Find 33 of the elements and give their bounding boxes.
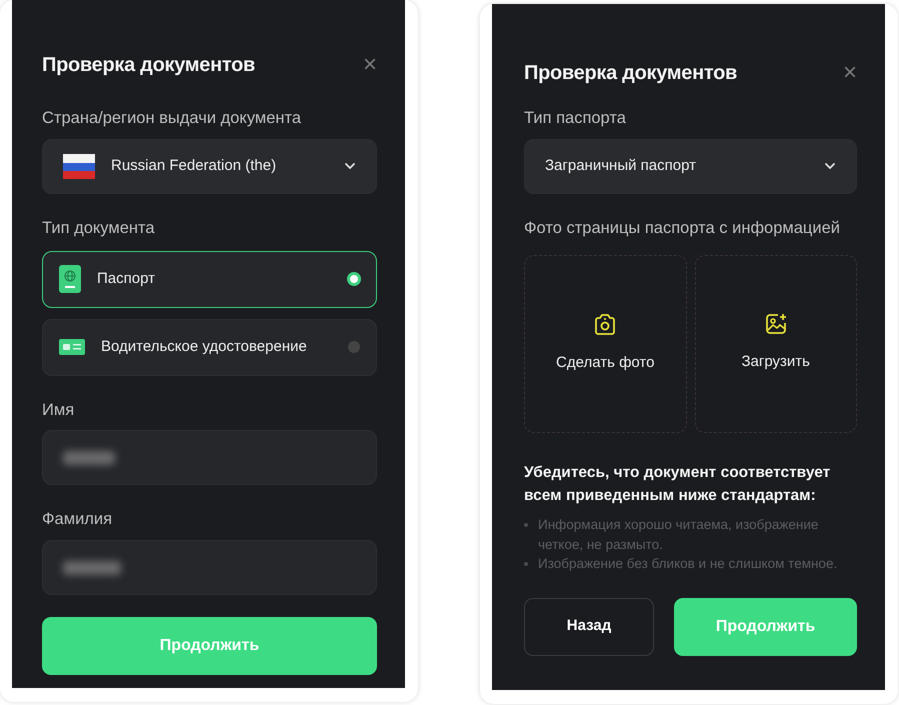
camera-icon [594, 312, 616, 336]
close-button[interactable]: × [842, 61, 857, 85]
field-label: Имя [42, 400, 76, 420]
dialog-title: Проверка документов [42, 53, 255, 78]
input-field[interactable] [42, 430, 377, 486]
document-type-option[interactable]: Паспорт [42, 250, 377, 308]
image-add-icon [764, 313, 787, 336]
upload-option[interactable]: Загрузить [694, 254, 857, 432]
passport-type-dropdown[interactable]: Заграничный паспорт [524, 138, 857, 194]
requirement-text: Изображение без бликов и не слишком темное. [538, 556, 838, 572]
flag-icon [63, 154, 95, 179]
dialog-title: Проверка документов [524, 61, 737, 86]
close-button[interactable]: × [362, 53, 377, 77]
upload-option[interactable]: Сделать фото [524, 254, 686, 432]
back-button[interactable]: Назад [524, 598, 654, 656]
id-card-icon [59, 339, 85, 355]
input-field[interactable] [42, 540, 377, 595]
document-type-option[interactable]: Водительское удостоверение [42, 318, 377, 376]
field-label: Фото страницы паспорта с информацией [524, 218, 841, 239]
bullet-icon [524, 562, 528, 566]
field-label: Тип документа [42, 218, 156, 239]
passport-icon [59, 265, 81, 293]
radio-button[interactable] [348, 341, 360, 353]
radio-button[interactable] [350, 275, 358, 283]
requirement-text: Информация хорошо читаема, изображение четкое, не размыто. [538, 517, 818, 552]
field-label: Фамилия [42, 509, 114, 530]
chevron-down-icon [344, 162, 356, 170]
field-label: Страна/регион выдачи документа [42, 108, 302, 129]
field-label: Тип паспорта [524, 108, 627, 129]
country-dropdown[interactable]: Russian Federation (the) [42, 138, 377, 194]
bullet-icon [524, 523, 528, 527]
chevron-down-icon [824, 162, 836, 170]
requirements-heading: Убедитесь, что документ соответствует всем приведенным ниже стандартам: [524, 462, 832, 506]
